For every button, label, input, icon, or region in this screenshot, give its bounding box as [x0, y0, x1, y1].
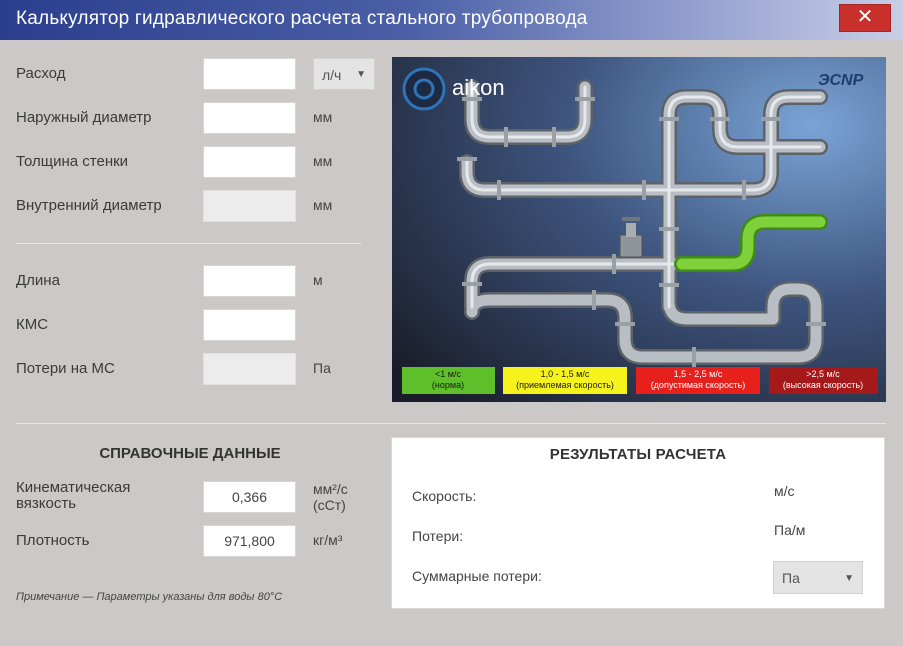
- legend-item-1-line1: <1 м/с: [435, 369, 461, 379]
- legend-item-1-line2: (норма): [432, 380, 464, 390]
- divider: [16, 243, 361, 244]
- outer-diameter-input[interactable]: [203, 102, 296, 134]
- length-unit: м: [313, 272, 323, 288]
- inner-diameter-label: Внутренний диаметр: [16, 197, 162, 214]
- viscosity-unit: мм²/с (сСт): [313, 481, 348, 513]
- chevron-down-icon: ▼: [356, 69, 366, 80]
- length-label: Длина: [16, 272, 60, 289]
- legend-item-4-line1: >2,5 м/с: [806, 369, 840, 379]
- flow-input[interactable]: [203, 58, 296, 90]
- local-losses-label: Потери на МС: [16, 360, 115, 377]
- outer-diameter-unit: мм: [313, 109, 333, 125]
- legend-item-4-line2: (высокая скорость): [783, 380, 863, 390]
- flow-row: Расход л/ч ▼: [0, 57, 380, 91]
- wall-thickness-unit: мм: [313, 153, 333, 169]
- close-icon: ✕: [856, 6, 874, 28]
- losses-label: Потери:: [412, 528, 464, 544]
- speed-legend: <1 м/с (норма) 1,0 - 1,5 м/с (приемлемая…: [402, 367, 878, 394]
- length-row: Длина м: [0, 264, 380, 298]
- wall-thickness-row: Толщина стенки мм: [0, 145, 380, 179]
- total-losses-unit-select[interactable]: Па ▼: [773, 561, 863, 594]
- legend-item-2-line1: 1,0 - 1,5 м/с: [541, 369, 590, 379]
- reference-note: Примечание — Параметры указаны для воды …: [16, 591, 283, 603]
- title-bar: Калькулятор гидравлического расчета стал…: [0, 0, 903, 40]
- flow-unit-select[interactable]: л/ч ▼: [313, 58, 375, 90]
- density-label: Плотность: [16, 532, 90, 549]
- kms-label: КМС: [16, 316, 49, 333]
- aikon-logo: [402, 67, 446, 111]
- local-losses-unit: Па: [313, 360, 331, 376]
- window-title: Калькулятор гидравлического расчета стал…: [16, 8, 588, 29]
- speed-unit: м/с: [774, 483, 795, 499]
- speed-label: Скорость:: [412, 488, 477, 504]
- reference-title: СПРАВОЧНЫЕ ДАННЫЕ: [99, 445, 281, 462]
- total-losses-unit-value: Па: [782, 570, 800, 586]
- outer-diameter-label: Наружный диаметр: [16, 109, 152, 126]
- losses-unit: Па/м: [774, 522, 806, 538]
- outer-diameter-row: Наружный диаметр мм: [0, 101, 380, 135]
- total-losses-label: Суммарные потери:: [412, 568, 542, 584]
- inner-diameter-row: Внутренний диаметр мм: [0, 189, 380, 223]
- viscosity-label-line2: вязкость: [16, 495, 77, 512]
- wall-thickness-label: Толщина стенки: [16, 153, 129, 170]
- chevron-down-icon: ▼: [844, 573, 854, 584]
- kms-row: КМС: [0, 308, 380, 342]
- length-input[interactable]: [203, 265, 296, 297]
- pipeline-scheme-svg: aikon ЭCNP <1 м/с (норма) 1,0 - 1,5 м/с …: [392, 57, 886, 402]
- inner-diameter-unit: мм: [313, 197, 333, 213]
- kms-input[interactable]: [203, 309, 296, 341]
- inner-diameter-output: [203, 190, 296, 222]
- results-title: РЕЗУЛЬТАТЫ РАСЧЕТА: [549, 446, 727, 463]
- logo-text: aikon: [452, 75, 505, 100]
- flow-label: Расход: [16, 65, 66, 82]
- density-unit: кг/м³: [313, 532, 343, 548]
- wall-thickness-input[interactable]: [203, 146, 296, 178]
- pipeline-scheme-image: aikon ЭCNP <1 м/с (норма) 1,0 - 1,5 м/с …: [392, 57, 886, 402]
- local-losses-output: [203, 353, 296, 385]
- brand-text: ЭCNP: [818, 72, 864, 89]
- viscosity-label-line1: Кинематическая: [16, 479, 131, 496]
- results-panel: РЕЗУЛЬТАТЫ РАСЧЕТА Скорость: м/с Потери:…: [391, 437, 885, 609]
- viscosity-unit-line1: мм²/с: [313, 481, 348, 497]
- viscosity-value: [203, 481, 296, 513]
- legend-item-2-line2: (приемлемая скорость): [516, 380, 614, 390]
- viscosity-unit-line2: (сСт): [313, 497, 346, 513]
- viscosity-label: Кинематическая вязкость: [16, 480, 130, 512]
- close-button[interactable]: ✕: [839, 4, 891, 32]
- legend-item-3-line1: 1,5 - 2,5 м/с: [674, 369, 723, 379]
- local-losses-row: Потери на МС Па: [0, 352, 380, 386]
- divider: [16, 423, 886, 424]
- density-value: [203, 525, 296, 557]
- flow-unit-value: л/ч: [322, 67, 342, 83]
- legend-item-3-line2: (допустимая скорость): [651, 380, 746, 390]
